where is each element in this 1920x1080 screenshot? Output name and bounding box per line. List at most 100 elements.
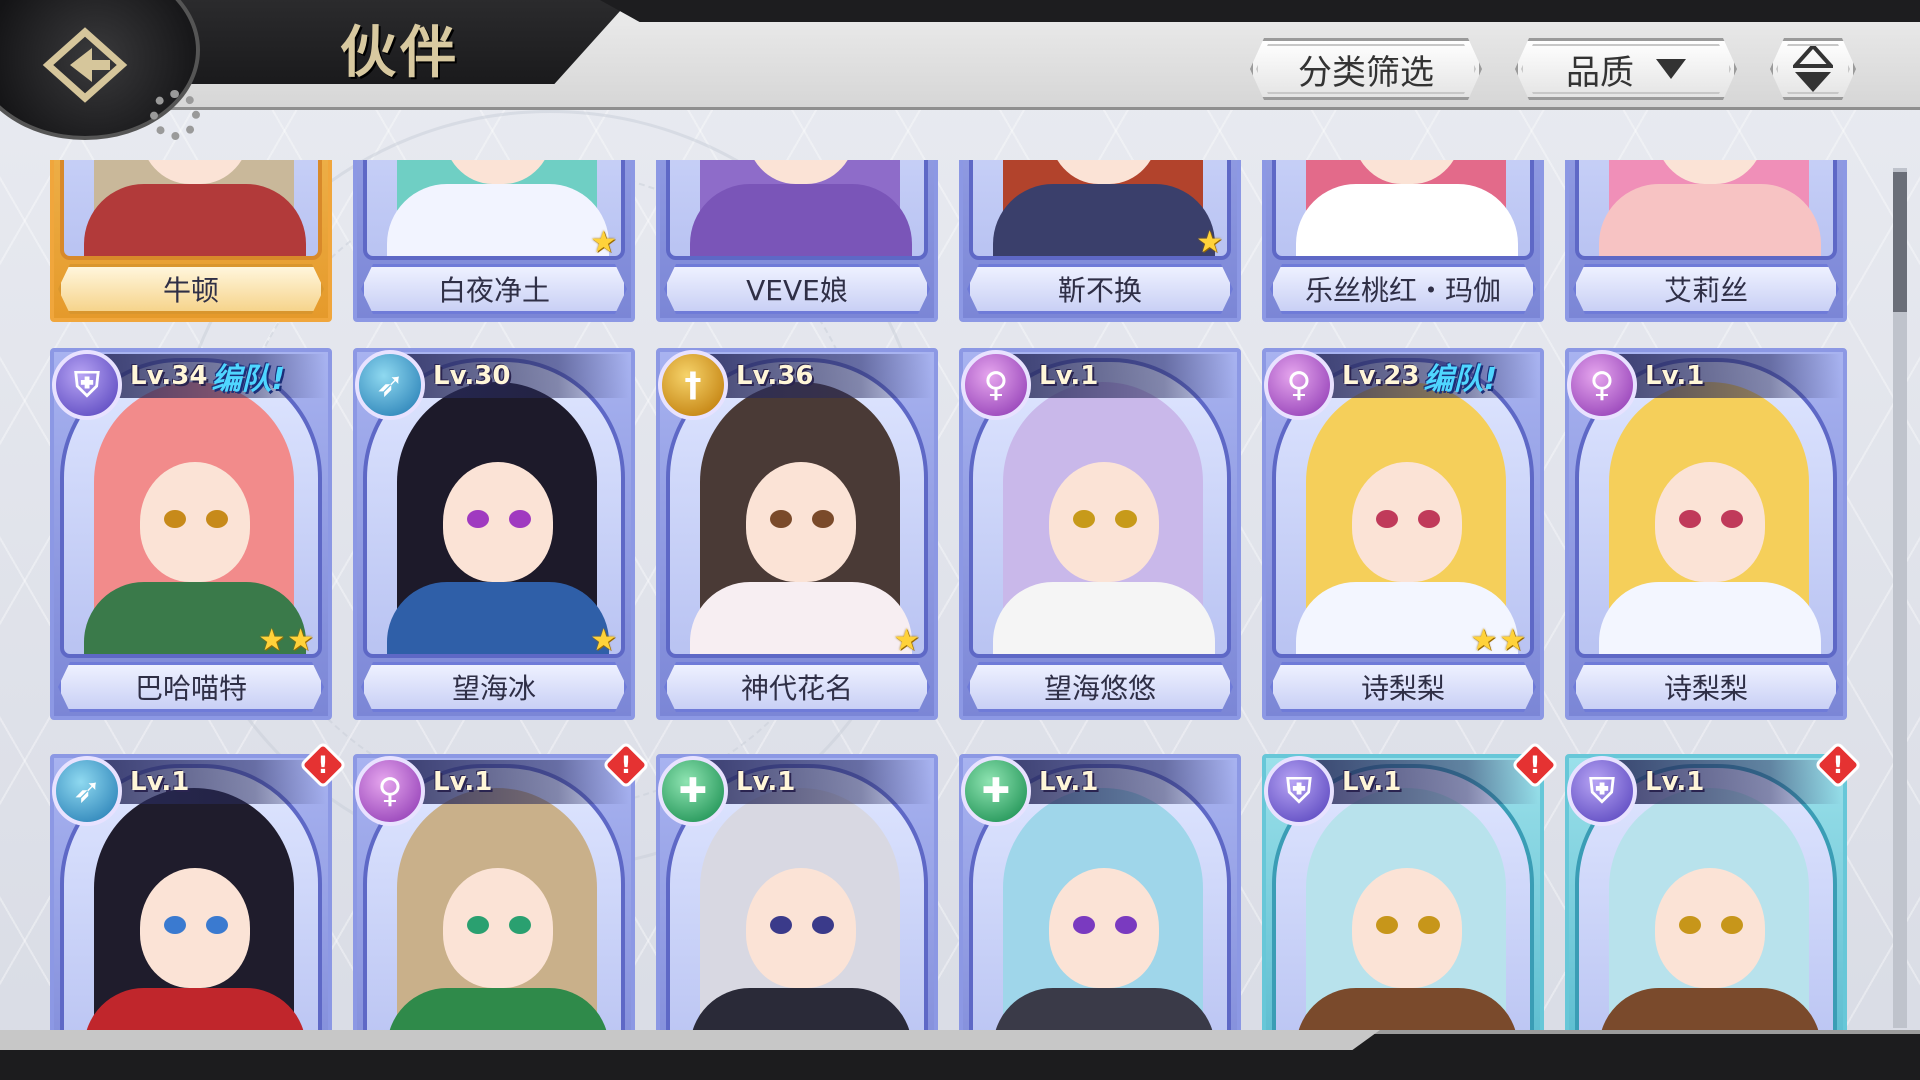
star-icon: ★ (590, 225, 617, 260)
star-rating: ★ (1196, 228, 1223, 258)
level-bar: Lv.34 编队! (90, 354, 326, 398)
portrait-outfit (1599, 582, 1821, 654)
companion-card[interactable]: 牛顿 (50, 160, 332, 322)
in-team-tag: 编队! (1423, 362, 1498, 397)
portrait-outfit (1599, 184, 1821, 256)
character-name: 白夜净土 (361, 264, 627, 314)
level-label: Lv.1 (736, 767, 796, 797)
portrait-outfit (387, 988, 609, 1030)
level-label: Lv.30 (433, 361, 511, 391)
star-icon: ★ (1499, 623, 1526, 658)
portrait-eye (467, 510, 489, 528)
portrait-face (1352, 868, 1462, 988)
companion-card[interactable]: ⛨ Lv.1! (1262, 740, 1560, 1030)
character-name: 艾莉丝 (1573, 264, 1839, 314)
staff-icon: ♀ (1567, 350, 1637, 420)
portrait-eye (509, 510, 531, 528)
companion-card[interactable]: 艾莉丝 (1565, 160, 1847, 322)
portrait-eye (1418, 916, 1440, 934)
portrait-outfit (993, 988, 1215, 1030)
character-name: 望海悠悠 (967, 662, 1233, 712)
shield-icon: ⛨ (1264, 756, 1334, 826)
portrait-outfit (1296, 184, 1518, 256)
category-filter-button[interactable]: 分类筛选 (1250, 38, 1482, 100)
header-top-strip (600, 0, 1920, 22)
portrait-eye (1679, 510, 1701, 528)
companion-card[interactable]: ⛨ Lv.1! (1565, 740, 1860, 1030)
portrait-eye (206, 916, 228, 934)
level-label: Lv.1 (1342, 767, 1402, 797)
portrait-face (1655, 462, 1765, 582)
scrollbar-thumb[interactable] (1893, 172, 1907, 312)
companion-card[interactable]: ♀ Lv.1 望海悠悠 (959, 348, 1241, 720)
companion-grid[interactable]: 牛顿 ★ 白夜净土 VEVE娘 ★ 靳不换 乐丝桃红・玛伽 艾莉丝 ⛨ Lv.34 编队! ★ ★ 巴哈喵… (50, 160, 1860, 1030)
portrait-eye (1115, 510, 1137, 528)
level-label: Lv.1 (1645, 767, 1705, 797)
portrait-outfit (1599, 988, 1821, 1030)
portrait-face (1655, 868, 1765, 988)
character-portrait (60, 160, 322, 260)
portrait-eye (1073, 916, 1095, 934)
character-name: 乐丝桃红・玛伽 (1270, 264, 1536, 314)
companion-card[interactable]: ➶ Lv.30 ★ 望海冰 (353, 348, 635, 720)
companion-card[interactable]: ➶ Lv.1! (50, 740, 348, 1030)
star-icon: ★ (287, 623, 314, 658)
portrait-eye (1073, 510, 1095, 528)
character-portrait (969, 160, 1231, 260)
portrait-face (746, 462, 856, 582)
portrait-eye (1679, 916, 1701, 934)
portrait-outfit (1296, 988, 1518, 1030)
portrait-eye (509, 916, 531, 934)
level-bar: Lv.1 (999, 760, 1235, 804)
staff-icon: ♀ (355, 756, 425, 826)
character-name: VEVE娘 (664, 264, 930, 314)
companion-card[interactable]: VEVE娘 (656, 160, 938, 322)
companion-card[interactable]: ♀ Lv.1! (353, 740, 651, 1030)
portrait-outfit (387, 582, 609, 654)
back-arrow-icon (42, 27, 128, 103)
portrait-outfit (84, 988, 306, 1030)
companion-card[interactable]: ★ 靳不换 (959, 160, 1241, 322)
character-portrait (1575, 160, 1837, 260)
character-name: 诗梨梨 (1573, 662, 1839, 712)
companion-card[interactable]: ⛨ Lv.34 编队! ★ ★ 巴哈喵特 (50, 348, 332, 720)
portrait-outfit (993, 184, 1215, 256)
button-inner-border (1256, 44, 1476, 94)
button-inner-border (1776, 44, 1850, 94)
character-portrait (363, 160, 625, 260)
portrait-eye (770, 916, 792, 934)
star-rating: ★ (893, 626, 920, 656)
star-rating: ★ (590, 626, 617, 656)
companion-card[interactable]: 乐丝桃红・玛伽 (1262, 160, 1544, 322)
level-label: Lv.1 (433, 767, 493, 797)
back-button[interactable] (40, 20, 130, 110)
scrollbar[interactable] (1893, 168, 1907, 1028)
portrait-eye (1376, 916, 1398, 934)
level-label: Lv.34 (130, 361, 208, 391)
quality-sort-dropdown[interactable]: 品质 (1515, 38, 1737, 100)
bottom-bar-strip (0, 1030, 1380, 1050)
cross-icon: ✚ (658, 756, 728, 826)
portrait-face (1049, 868, 1159, 988)
portrait-eye (812, 510, 834, 528)
portrait-outfit (690, 582, 912, 654)
character-name: 巴哈喵特 (58, 662, 324, 712)
level-label: Lv.23 (1342, 361, 1420, 391)
companion-card[interactable]: ♀ Lv.23 编队! ★ ★ 诗梨梨 (1262, 348, 1544, 720)
shield-icon: ⛨ (1567, 756, 1637, 826)
companion-card[interactable]: ✚ Lv.1 (959, 754, 1241, 1030)
level-bar: Lv.1 (696, 760, 932, 804)
sort-order-toggle-button[interactable] (1770, 38, 1856, 100)
companion-card[interactable]: ✚ Lv.1 (656, 754, 938, 1030)
level-bar: Lv.23 编队! (1302, 354, 1538, 398)
shield-icon: ⛨ (52, 350, 122, 420)
companion-card[interactable]: ♀ Lv.1 诗梨梨 (1565, 348, 1847, 720)
level-bar: Lv.1 (999, 354, 1235, 398)
companion-card[interactable]: † Lv.36 ★ 神代花名 (656, 348, 938, 720)
star-icon: ★ (1196, 225, 1223, 260)
alert-mark: ! (317, 751, 329, 779)
portrait-face (1049, 462, 1159, 582)
level-bar: Lv.1 (1605, 354, 1841, 398)
companion-card[interactable]: ★ 白夜净土 (353, 160, 635, 322)
level-bar: Lv.1 (90, 760, 326, 804)
